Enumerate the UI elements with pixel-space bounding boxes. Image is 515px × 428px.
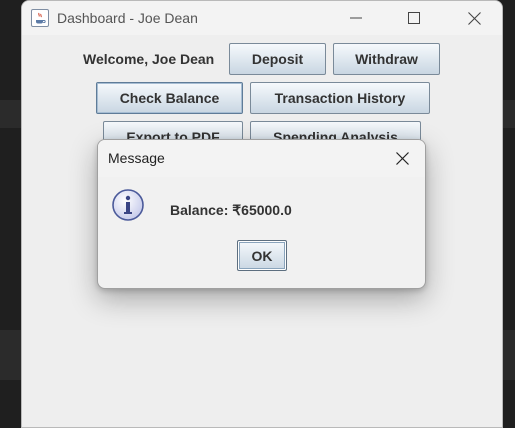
minimize-button[interactable] [333,1,379,35]
ok-button[interactable]: OK [237,240,287,271]
backdrop-strip [0,330,21,380]
java-icon [31,9,49,27]
withdraw-button[interactable]: Withdraw [333,43,440,75]
backdrop-strip [503,330,515,380]
backdrop-strip [0,100,21,128]
check-balance-button[interactable]: Check Balance [96,82,243,114]
window-title: Dashboard - Joe Dean [57,10,198,26]
maximize-button[interactable] [391,1,437,35]
welcome-label: Welcome, Joe Dean [83,51,215,67]
dialog-titlebar[interactable]: Message [98,140,425,177]
deposit-button[interactable]: Deposit [229,43,326,75]
dialog-close-button[interactable] [379,140,425,177]
close-icon [395,152,409,165]
close-icon [467,11,481,25]
maximize-icon [408,12,420,24]
message-dialog: Message Balance: ₹65000.0 OK [97,139,426,289]
dialog-title: Message [108,150,165,166]
info-icon [112,189,144,221]
dialog-message: Balance: ₹65000.0 [170,202,292,218]
window-titlebar[interactable]: Dashboard - Joe Dean [22,1,502,35]
close-button[interactable] [451,1,497,35]
minimize-icon [350,17,362,19]
transaction-history-button[interactable]: Transaction History [250,82,430,114]
backdrop-strip [503,100,515,128]
